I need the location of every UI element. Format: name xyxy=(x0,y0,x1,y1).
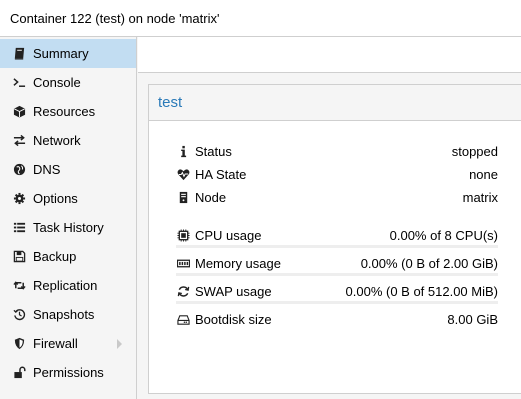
floppy-icon xyxy=(12,250,26,264)
cpu-icon xyxy=(176,228,190,242)
bootdisk-size-label: Bootdisk size xyxy=(195,311,272,327)
bootdisk-size-value: 8.00 GiB xyxy=(447,311,498,327)
ha-state-value: none xyxy=(469,166,498,182)
memory-icon xyxy=(176,256,190,270)
sidebar-item-resources[interactable]: Resources xyxy=(0,97,136,126)
memory-usage-label: Memory usage xyxy=(195,255,281,271)
swap-usage-value: 0.00% (0 B of 512.00 MiB) xyxy=(345,283,498,299)
bootdisk-size-row: Bootdisk size 8.00 GiB xyxy=(176,309,498,329)
refresh-icon xyxy=(176,284,190,298)
sidebar-item-label: Snapshots xyxy=(33,307,95,322)
sidebar-item-label: Options xyxy=(33,191,78,206)
sidebar-item-label: Replication xyxy=(33,278,98,293)
sidebar-item-permissions[interactable]: Permissions xyxy=(0,358,136,387)
retweet-icon xyxy=(12,279,26,293)
heartbeat-icon xyxy=(176,167,190,181)
node-value: matrix xyxy=(462,189,498,205)
info-icon xyxy=(176,144,190,158)
sidebar-item-firewall[interactable]: Firewall xyxy=(0,329,136,358)
cube-icon xyxy=(12,105,26,119)
sidebar-item-task-history[interactable]: Task History xyxy=(0,213,136,242)
unlock-icon xyxy=(12,366,26,380)
status-row: Status stopped xyxy=(176,141,498,161)
list-icon xyxy=(12,221,26,235)
sidebar-item-backup[interactable]: Backup xyxy=(0,242,136,271)
sidebar-item-label: Summary xyxy=(33,46,89,61)
swap-usage-row: SWAP usage 0.00% (0 B of 512.00 MiB) xyxy=(176,281,498,301)
sidebar-nav: Summary Console Resources Network DNS Op… xyxy=(0,37,137,399)
book-icon xyxy=(12,47,26,61)
sidebar-item-label: Permissions xyxy=(33,365,104,380)
sidebar-item-label: Console xyxy=(33,75,81,90)
swap-usage-bar xyxy=(176,301,498,304)
node-row: Node matrix xyxy=(176,187,498,207)
status-panel: test Status stopped HA State none Node m… xyxy=(148,84,521,394)
gear-icon xyxy=(12,192,26,206)
sidebar-item-label: Resources xyxy=(33,104,96,119)
sidebar-item-options[interactable]: Options xyxy=(0,184,136,213)
cpu-usage-row: CPU usage 0.00% of 8 CPU(s) xyxy=(176,225,498,245)
status-label: Status xyxy=(195,143,232,159)
sidebar-item-snapshots[interactable]: Snapshots xyxy=(0,300,136,329)
cpu-usage-bar xyxy=(176,245,498,248)
submenu-arrow-icon[interactable] xyxy=(117,339,122,349)
memory-usage-value: 0.00% (0 B of 2.00 GiB) xyxy=(360,255,498,271)
terminal-icon xyxy=(12,76,26,90)
panel-title: test xyxy=(158,94,183,111)
hdd-icon xyxy=(176,312,190,326)
sidebar-item-summary[interactable]: Summary xyxy=(0,39,136,68)
globe-icon xyxy=(12,163,26,177)
sidebar-item-label: Firewall xyxy=(33,336,78,351)
sidebar-item-label: Network xyxy=(33,133,81,148)
panel-header: test xyxy=(149,85,521,121)
server-icon xyxy=(176,190,190,204)
memory-usage-bar xyxy=(176,273,498,276)
sidebar-item-label: Task History xyxy=(33,220,104,235)
ha-state-row: HA State none xyxy=(176,164,498,184)
cpu-usage-label: CPU usage xyxy=(195,227,262,243)
shield-icon xyxy=(12,337,26,351)
memory-usage-row: Memory usage 0.00% (0 B of 2.00 GiB) xyxy=(176,253,498,273)
exchange-icon xyxy=(12,134,26,148)
cpu-usage-value: 0.00% of 8 CPU(s) xyxy=(389,227,498,243)
window-title: Container 122 (test) on node 'matrix' xyxy=(10,10,220,26)
sidebar-item-replication[interactable]: Replication xyxy=(0,271,136,300)
sidebar-item-console[interactable]: Console xyxy=(0,68,136,97)
sidebar-item-label: DNS xyxy=(33,162,61,177)
swap-usage-label: SWAP usage xyxy=(195,283,272,299)
sidebar-item-label: Backup xyxy=(33,249,77,264)
title-bar: Container 122 (test) on node 'matrix' xyxy=(0,0,521,37)
toolbar xyxy=(138,37,521,73)
sidebar-item-network[interactable]: Network xyxy=(0,126,136,155)
history-icon xyxy=(12,308,26,322)
ha-state-label: HA State xyxy=(195,166,247,182)
main-content: test Status stopped HA State none Node m… xyxy=(138,37,521,399)
status-value: stopped xyxy=(451,143,498,159)
sidebar-item-dns[interactable]: DNS xyxy=(0,155,136,184)
node-label: Node xyxy=(195,189,227,205)
